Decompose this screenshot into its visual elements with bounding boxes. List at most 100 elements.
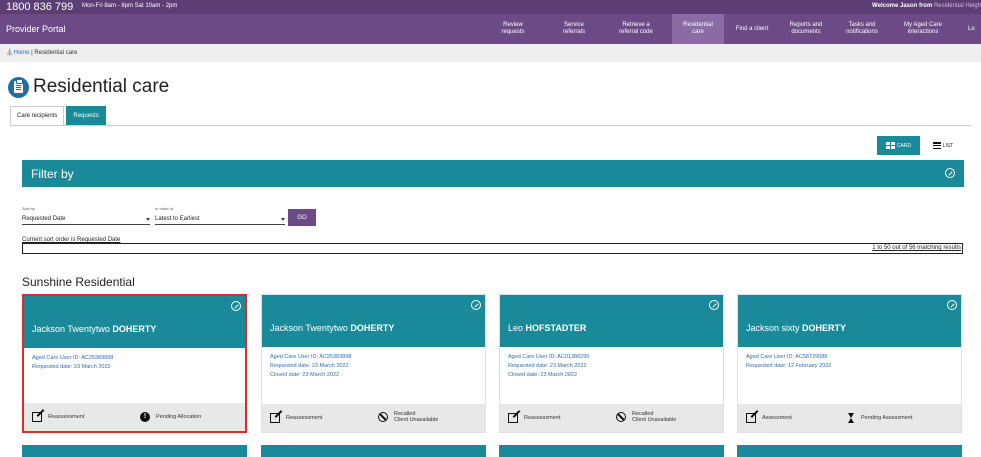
request-card[interactable]: Jackson Twentytwo DOHERTY Aged Care User… [22,294,247,433]
edit-icon [32,412,42,422]
request-card[interactable]: Jackson sixty DOHERTY Aged Care User ID:… [737,294,962,433]
clipboard-icon [8,76,29,98]
list-icon [932,142,941,149]
request-type-label: Assessment [762,415,792,421]
requested-date: Requested date: 23 March 2022 [270,363,349,369]
organisation-link[interactable]: Residential Heigh [934,3,981,9]
status-label: Pending Assessment [861,415,913,421]
card-header: Jackson Twentytwo DOHERTY [262,295,485,347]
portal-brand[interactable]: Provider Portal [6,24,66,34]
breadcrumb-home[interactable]: ⛪Home [6,50,30,56]
no-entry-icon [616,412,626,422]
tab-requests[interactable]: Requests [66,106,106,125]
order-select[interactable]: Latest to Earliest [155,214,285,225]
facility-title: Sunshine Residential [22,275,135,289]
aged-care-user-id: Aged Care User ID: AC01386295 [508,354,590,360]
nav-find-a-client[interactable]: Find a client [728,14,776,44]
request-card[interactable] [737,445,962,457]
client-name[interactable]: Jackson Twentytwo DOHERTY [270,323,394,333]
nav-residential-care[interactable]: Residential care [672,14,724,44]
card-footer: Reassessment Recalled Client Unavailable [500,404,723,432]
request-type-label: Reassessment [48,414,85,420]
nav-tasks-notifications[interactable]: Tasks and notifications [836,14,888,44]
nav-review-requests[interactable]: Review requests [489,14,537,44]
status-label: Recalled Client Unavailable [632,411,677,423]
request-status: Recalled Client Unavailable [378,411,438,423]
results-bar: 1 to 50 out of 56 matching results [22,243,963,254]
go-button[interactable]: GO [288,209,316,226]
client-name[interactable]: Leo HOFSTADTER [508,323,586,333]
aged-care-user-id: Aged Care User ID: AC25383898 [270,354,352,360]
expand-icon[interactable] [471,300,481,310]
card-header: Leo HOFSTADTER [500,295,723,347]
list-view-label: LIST [942,142,954,149]
page-title: Residential care [33,76,170,97]
request-card[interactable] [499,445,724,457]
aged-care-user-id: Aged Care User ID: AC25383898 [32,355,114,361]
request-status: ! Pending Allocation [140,412,201,422]
request-type: Reassessment [32,412,84,422]
phone-number[interactable]: 1800 836 799 [6,1,73,13]
card-body: Aged Care User ID: AC25383898 Requested … [24,348,245,406]
top-info-bar: 1800 836 799 Mon-Fri 8am - 8pm Sat 10am … [0,0,981,14]
requested-date: Requested date: 12 February 2022 [746,363,832,369]
status-label: Pending Allocation [156,414,202,420]
expand-icon[interactable] [231,301,241,311]
order-value: Latest to Earliest [155,216,200,222]
sort-by-select[interactable]: Requested Date [22,214,150,225]
edit-icon [746,413,756,423]
request-status: Pending Assessment [848,413,912,423]
page-title-block: Residential care [8,76,169,98]
breadcrumb-separator: | [31,50,33,56]
closed-date: Closed date: 23 March 2022 [270,372,340,378]
expand-icon[interactable] [947,300,957,310]
card-body: Aged Care User ID: AC01386295 Requested … [500,347,723,405]
nav-retrieve-referral-code[interactable]: Retrieve a referral code [606,14,666,44]
card-header: Jackson Twentytwo DOHERTY [24,296,245,348]
hourglass-icon [848,413,855,423]
request-card[interactable] [22,445,247,457]
card-footer: Reassessment Recalled Client Unavailable [262,404,485,432]
request-status: Recalled Client Unavailable [616,411,676,423]
chevron-down-icon [281,218,285,221]
card-footer: Reassessment ! Pending Allocation [24,403,245,431]
exclamation-icon: ! [140,412,150,422]
tab-bar: Care recipients Requests [10,106,108,125]
nav-service-referrals[interactable]: Service referrals [550,14,598,44]
nav-my-aged-care-interactions[interactable]: My Aged Care interactions [894,14,952,44]
request-card[interactable] [261,445,486,457]
card-body: Aged Care User ID: AC58729088 Requested … [738,347,961,405]
closed-date: Closed date: 23 March 2022 [508,372,578,378]
request-type: Reassessment [508,413,560,423]
opening-hours: Mon-Fri 8am - 8pm Sat 10am - 2pm [82,3,178,9]
card-footer: Assessment Pending Assessment [738,404,961,432]
results-count: 1 to 50 out of 56 matching results [872,245,961,251]
request-type: Assessment [746,413,792,423]
list-view-button[interactable]: LIST [925,136,961,155]
expand-icon[interactable] [945,168,955,178]
grid-icon [885,142,895,149]
tab-divider [10,125,971,126]
nav-logout[interactable]: Lo [968,14,981,44]
request-type-label: Reassessment [286,415,323,421]
nav-reports-documents[interactable]: Reports and documents [780,14,832,44]
filter-title: Filter by [31,167,74,181]
client-name[interactable]: Jackson sixty DOHERTY [746,323,846,333]
request-card[interactable]: Leo HOFSTADTER Aged Care User ID: AC0138… [499,294,724,433]
sort-by-label: Sort by [22,206,35,211]
card-header: Jackson sixty DOHERTY [738,295,961,347]
breadcrumb-current: Residential care [34,50,78,56]
welcome-message: Welcome Jason from Residential Heigh [872,3,981,9]
client-name[interactable]: Jackson Twentytwo DOHERTY [32,324,156,334]
filter-panel[interactable]: Filter by [22,160,964,187]
sort-by-value: Requested Date [22,216,66,222]
breadcrumb: ⛪Home | Residential care [0,44,981,62]
aged-care-user-id: Aged Care User ID: AC58729088 [746,354,828,360]
request-type: Reassessment [270,413,322,423]
tab-care-recipients[interactable]: Care recipients [10,106,65,125]
request-type-label: Reassessment [524,415,561,421]
request-card[interactable]: Jackson Twentytwo DOHERTY Aged Care User… [261,294,486,433]
expand-icon[interactable] [709,300,719,310]
main-nav: Provider Portal Review requests Service … [0,14,981,44]
card-view-button[interactable]: CARD [877,136,920,155]
